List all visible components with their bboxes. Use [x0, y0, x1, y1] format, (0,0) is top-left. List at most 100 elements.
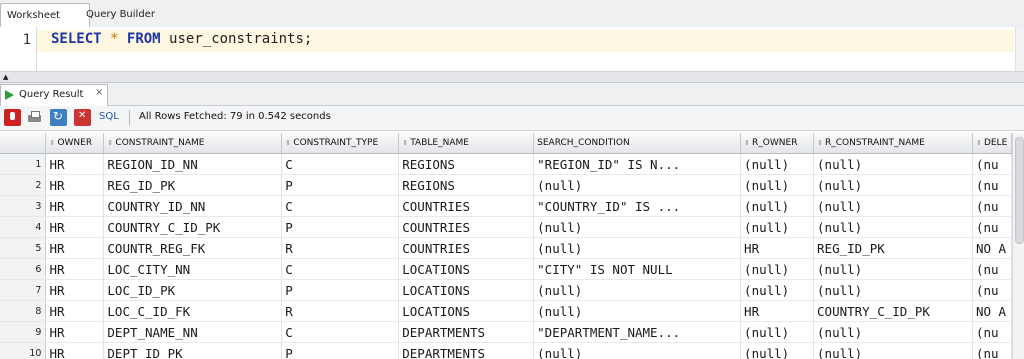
table-cell[interactable]: (nu — [972, 342, 1012, 359]
table-row[interactable]: 2 HR REG_ID_PK P REGIONS (null) (null) (null) (n… — [0, 174, 1012, 196]
table-cell[interactable]: HR — [45, 258, 105, 280]
close-icon[interactable]: × — [95, 87, 103, 98]
table-row[interactable]: 9 HR DEPT_NAME_NN C DEPARTMENTS "DEPARTMENT_N… — [0, 321, 1012, 343]
table-row[interactable]: 5 HR COUNTR_REG_FK R COUNTRIES (null) HR REG_ID… — [0, 237, 1012, 259]
table-cell[interactable]: R — [281, 300, 400, 322]
table-cell[interactable]: (null) — [813, 216, 973, 238]
table-cell[interactable]: P — [281, 174, 400, 196]
table-cell[interactable]: (null) — [740, 195, 815, 217]
table-cell[interactable]: COUNTRY_C_ID_PK — [103, 216, 283, 238]
table-cell[interactable]: C — [281, 258, 400, 280]
table-cell[interactable]: LOCATIONS — [398, 300, 535, 322]
table-cell[interactable]: (nu — [972, 153, 1012, 175]
table-cell[interactable]: (nu — [972, 216, 1012, 238]
table-cell[interactable]: P — [281, 216, 400, 238]
table-cell[interactable]: (null) — [533, 237, 742, 259]
table-cell[interactable]: HR — [45, 153, 105, 175]
current-line-highlight[interactable]: SELECT * FROM user_constraints; — [37, 30, 1014, 52]
scrollbar-thumb[interactable] — [1015, 137, 1024, 244]
table-cell[interactable]: (nu — [972, 174, 1012, 196]
table-cell[interactable]: NO A — [972, 237, 1012, 259]
table-cell[interactable]: C — [281, 321, 400, 343]
table-cell[interactable]: (null) — [533, 279, 742, 301]
column-header[interactable]: ⇕ R_CONSTRAINT_NAME — [813, 133, 973, 154]
table-cell[interactable]: (null) — [740, 174, 815, 196]
table-cell[interactable]: (null) — [740, 153, 815, 175]
table-cell[interactable]: P — [281, 279, 400, 301]
tab-worksheet[interactable]: Worksheet — [0, 3, 90, 28]
table-cell[interactable]: HR — [45, 216, 105, 238]
table-cell[interactable]: HR — [45, 174, 105, 196]
table-cell[interactable]: COUNTRIES — [398, 237, 535, 259]
table-cell[interactable]: LOCATIONS — [398, 279, 535, 301]
table-cell[interactable]: COUNTRY_ID_NN — [103, 195, 283, 217]
table-cell[interactable]: LOC_ID_PK — [103, 279, 283, 301]
table-cell[interactable]: REGION_ID_NN — [103, 153, 283, 175]
table-cell[interactable]: P — [281, 342, 400, 359]
table-cell[interactable]: DEPARTMENTS — [398, 342, 535, 359]
table-cell[interactable]: (null) — [813, 279, 973, 301]
table-cell[interactable]: "REGION_ID" IS N... — [533, 153, 742, 175]
table-cell[interactable]: DEPARTMENTS — [398, 321, 535, 343]
table-cell[interactable]: (null) — [740, 321, 815, 343]
table-cell[interactable]: R — [281, 237, 400, 259]
grid-vertical-scrollbar[interactable] — [1012, 133, 1024, 359]
table-row[interactable]: 8 HR LOC_C_ID_FK R LOCATIONS (null) HR COUNTRY_… — [0, 300, 1012, 322]
table-cell[interactable]: HR — [45, 300, 105, 322]
table-cell[interactable]: (null) — [740, 279, 815, 301]
table-cell[interactable]: REGIONS — [398, 153, 535, 175]
table-cell[interactable]: (null) — [813, 195, 973, 217]
table-cell[interactable]: REG_ID_PK — [813, 237, 973, 259]
table-cell[interactable]: DEPT_ID_PK — [103, 342, 283, 359]
table-cell[interactable]: DEPT_NAME_NN — [103, 321, 283, 343]
cancel-fetch-icon[interactable] — [74, 109, 91, 126]
table-cell[interactable]: "COUNTRY_ID" IS ... — [533, 195, 742, 217]
results-grid[interactable]: ⇕ OWNER ⇕ CONSTRAINT_NAME ⇕ CONSTRAINT_TYPE… — [0, 133, 1012, 359]
table-cell[interactable]: HR — [45, 342, 105, 359]
table-cell[interactable]: HR — [740, 300, 815, 322]
table-cell[interactable]: "DEPARTMENT_NAME... — [533, 321, 742, 343]
table-cell[interactable]: REG_ID_PK — [103, 174, 283, 196]
column-header[interactable]: SEARCH_CONDITION — [533, 133, 742, 154]
table-cell[interactable]: COUNTRIES — [398, 195, 535, 217]
table-cell[interactable]: NO A — [972, 300, 1012, 322]
column-header[interactable]: ⇕ CONSTRAINT_TYPE — [281, 133, 400, 154]
table-cell[interactable]: COUNTR_REG_FK — [103, 237, 283, 259]
table-row[interactable]: 3 HR COUNTRY_ID_NN C COUNTRIES "COUNTRY_ID" I… — [0, 195, 1012, 217]
refresh-icon[interactable] — [50, 109, 67, 126]
sql-editor[interactable]: 1 SELECT * FROM user_constraints; — [0, 27, 1024, 72]
table-cell[interactable]: (null) — [533, 342, 742, 359]
sql-button[interactable]: SQL — [99, 111, 119, 122]
column-header[interactable]: ⇕ TABLE_NAME — [398, 133, 535, 154]
table-cell[interactable]: LOC_CITY_NN — [103, 258, 283, 280]
table-row[interactable]: 7 HR LOC_ID_PK P LOCATIONS (null) (null) (null)… — [0, 279, 1012, 301]
table-row[interactable]: 4 HR COUNTRY_C_ID_PK P COUNTRIES (null) (null)… — [0, 216, 1012, 238]
table-cell[interactable]: (nu — [972, 195, 1012, 217]
table-cell[interactable]: HR — [45, 279, 105, 301]
table-row[interactable]: 1 HR REGION_ID_NN C REGIONS "REGION_ID" IS N.… — [0, 153, 1012, 175]
tab-query-result[interactable]: Query Result × — [0, 84, 108, 106]
table-cell[interactable]: (null) — [813, 174, 973, 196]
table-cell[interactable]: (null) — [740, 216, 815, 238]
table-cell[interactable]: (null) — [813, 342, 973, 359]
table-cell[interactable]: (null) — [533, 174, 742, 196]
table-cell[interactable]: (null) — [740, 342, 815, 359]
table-cell[interactable]: (nu — [972, 321, 1012, 343]
table-cell[interactable]: HR — [45, 237, 105, 259]
table-cell[interactable]: "CITY" IS NOT NULL — [533, 258, 742, 280]
table-cell[interactable]: (nu — [972, 279, 1012, 301]
table-cell[interactable]: HR — [45, 195, 105, 217]
table-cell[interactable]: (nu — [972, 258, 1012, 280]
table-cell[interactable]: HR — [45, 321, 105, 343]
column-header[interactable]: ⇕ OWNER — [45, 133, 105, 154]
table-cell[interactable]: (null) — [533, 216, 742, 238]
column-header[interactable]: ⇕ DELE — [972, 133, 1012, 154]
table-cell[interactable]: C — [281, 195, 400, 217]
table-cell[interactable]: C — [281, 153, 400, 175]
sql-statement[interactable]: SELECT * FROM user_constraints; — [51, 31, 312, 47]
table-row[interactable]: 6 HR LOC_CITY_NN C LOCATIONS "CITY" IS NOT NU… — [0, 258, 1012, 280]
table-cell[interactable]: COUNTRIES — [398, 216, 535, 238]
table-cell[interactable]: (null) — [813, 153, 973, 175]
editor-scrollbar[interactable] — [1015, 27, 1024, 71]
table-cell[interactable]: COUNTRY_C_ID_PK — [813, 300, 973, 322]
